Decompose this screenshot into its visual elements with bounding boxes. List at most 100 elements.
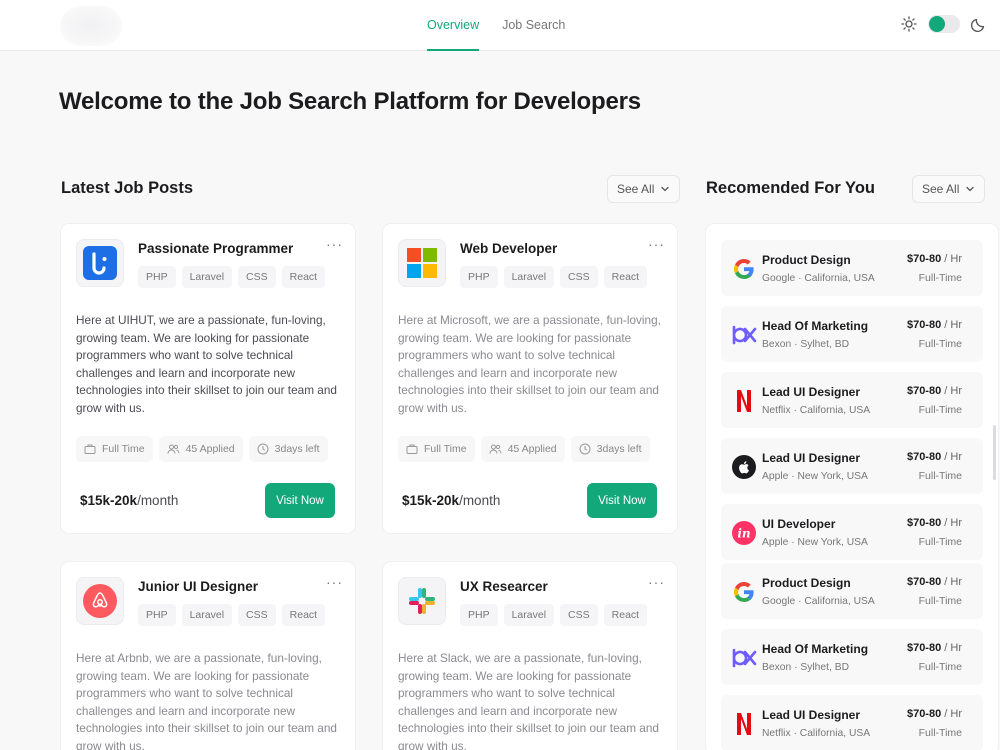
- job-type-label: Full Time: [424, 443, 467, 455]
- rec-pay: $70-80 / Hr: [907, 642, 962, 654]
- rec-company: Apple: [762, 471, 789, 482]
- recommended-item[interactable]: Product Design Google · California, USA …: [721, 240, 983, 296]
- rec-pay-unit: / Hr: [941, 517, 962, 529]
- moon-icon[interactable]: [970, 15, 988, 33]
- rec-company-location: Netflix · California, USA: [762, 728, 871, 739]
- recommended-item[interactable]: Lead UI Designer Apple · New York, USA $…: [721, 438, 983, 494]
- skill-tag: CSS: [560, 266, 598, 288]
- rec-type: Full-Time: [918, 470, 962, 482]
- skill-tag: React: [603, 604, 648, 626]
- sun-icon[interactable]: [900, 15, 918, 33]
- rec-company: Bexon: [762, 662, 792, 673]
- briefcase-icon: [406, 444, 418, 454]
- rec-location: New York, USA: [797, 537, 868, 548]
- days-left-label: 3days left: [274, 443, 320, 455]
- skill-tag: CSS: [238, 604, 276, 626]
- days-left-label: 3days left: [596, 443, 642, 455]
- microsoft-logo-icon: [407, 248, 437, 278]
- skill-tags: PHP Laravel CSS React: [138, 266, 326, 288]
- job-title: Passionate Programmer: [138, 241, 294, 256]
- job-description: Here at Slack, we are a passionate, fun-…: [398, 651, 659, 750]
- rec-company-location: Netflix · California, USA: [762, 405, 871, 416]
- users-icon: [489, 444, 502, 454]
- more-options-icon[interactable]: ···: [326, 236, 343, 252]
- recommended-item[interactable]: Lead UI Designer Netflix · California, U…: [721, 695, 983, 750]
- job-card[interactable]: Web Developer ··· PHP Laravel CSS React …: [383, 224, 677, 533]
- days-left-pill: 3days left: [248, 436, 328, 462]
- rec-location: California, USA: [799, 405, 871, 416]
- latest-posts-title: Latest Job Posts: [61, 179, 194, 197]
- chevron-down-icon: [661, 186, 670, 192]
- skill-tag: PHP: [138, 266, 176, 288]
- rec-location: Sylhet, BD: [800, 662, 850, 673]
- netflix-logo-icon: [731, 388, 757, 414]
- applied-label: 45 Applied: [507, 443, 557, 455]
- skill-tag: PHP: [460, 604, 498, 626]
- job-type-pill: Full Time: [398, 436, 475, 462]
- latest-see-all-button[interactable]: See All: [607, 175, 681, 203]
- rec-pay: $70-80 / Hr: [907, 385, 962, 397]
- days-left-pill: 3days left: [570, 436, 650, 462]
- invision-logo-icon: in: [731, 520, 757, 546]
- job-description: Here at Arbnb, we are a passionate, fun-…: [76, 651, 337, 750]
- job-card[interactable]: UX Researcer ··· PHP Laravel CSS React H…: [383, 562, 677, 750]
- rec-company: Google: [762, 273, 796, 284]
- google-logo-icon: [731, 256, 757, 282]
- salary-unit: /month: [137, 493, 179, 508]
- chevron-down-icon: [966, 186, 975, 192]
- more-options-icon[interactable]: ···: [326, 574, 343, 590]
- visit-now-button[interactable]: Visit Now: [265, 483, 335, 518]
- tab-job-search[interactable]: Job Search: [502, 0, 565, 51]
- rec-location: California, USA: [804, 273, 875, 284]
- rec-pay-unit: / Hr: [941, 451, 962, 463]
- applied-label: 45 Applied: [185, 443, 235, 455]
- recommended-see-all-button[interactable]: See All: [912, 175, 986, 203]
- tab-overview[interactable]: Overview: [427, 0, 480, 51]
- company-logo: [76, 577, 124, 625]
- rec-pay-unit: / Hr: [941, 319, 962, 331]
- rec-pay-amount: $70-80: [906, 319, 942, 331]
- company-logo: [398, 577, 446, 625]
- more-options-icon[interactable]: ···: [648, 574, 665, 590]
- netflix-logo-icon: [731, 711, 757, 737]
- job-card[interactable]: Junior UI Designer ··· PHP Laravel CSS R…: [61, 562, 355, 750]
- rec-type: Full-Time: [918, 272, 962, 284]
- skill-tag: Laravel: [503, 604, 555, 626]
- job-title: Web Developer: [460, 241, 558, 256]
- job-meta: Full Time 45 Applied 3days left: [398, 436, 650, 462]
- rec-pay-amount: $70-80: [906, 708, 942, 720]
- rec-title: Lead UI Designer: [762, 708, 861, 722]
- skill-tags: PHP Laravel CSS React: [460, 266, 648, 288]
- brand-logo[interactable]: [60, 6, 122, 46]
- rec-company-location: Apple · New York, USA: [762, 537, 868, 548]
- rec-pay-unit: / Hr: [941, 642, 962, 654]
- google-logo-icon: [731, 579, 757, 605]
- rec-pay-amount: $70-80: [906, 576, 942, 588]
- bexon-logo-icon: [731, 645, 757, 671]
- job-description: Here at UIHUT, we are a passionate, fun-…: [76, 313, 337, 415]
- salary-amount: $15k-20k: [402, 493, 460, 508]
- rec-company: Bexon: [762, 339, 792, 350]
- skill-tags: PHP Laravel CSS React: [460, 604, 648, 626]
- rec-pay-amount: $70-80: [906, 253, 942, 265]
- visit-now-button[interactable]: Visit Now: [587, 483, 657, 518]
- recommended-item[interactable]: Lead UI Designer Netflix · California, U…: [721, 372, 983, 428]
- skill-tag: React: [281, 266, 326, 288]
- rec-pay-amount: $70-80: [906, 642, 942, 654]
- rec-location: Sylhet, BD: [800, 339, 850, 350]
- rec-pay-amount: $70-80: [906, 517, 942, 529]
- skill-tag: Laravel: [181, 266, 233, 288]
- scrollbar-thumb[interactable]: [993, 425, 996, 480]
- job-card[interactable]: Passionate Programmer ··· PHP Laravel CS…: [61, 224, 355, 533]
- rec-company-location: Bexon · Sylhet, BD: [762, 662, 850, 673]
- recommended-item[interactable]: Product Design Google · California, USA …: [721, 563, 983, 619]
- job-meta: Full Time 45 Applied 3days left: [76, 436, 328, 462]
- recommended-item[interactable]: in UI Developer Apple · New York, USA $7…: [721, 504, 983, 560]
- more-options-icon[interactable]: ···: [648, 236, 665, 252]
- recommended-item[interactable]: Head Of Marketing Bexon · Sylhet, BD $70…: [721, 629, 983, 685]
- page-title: Welcome to the Job Search Platform for D…: [59, 88, 641, 115]
- recommended-item[interactable]: Head Of Marketing Bexon · Sylhet, BD $70…: [721, 306, 983, 362]
- skill-tag: Laravel: [503, 266, 555, 288]
- rec-type: Full-Time: [918, 595, 962, 607]
- theme-toggle[interactable]: [928, 15, 960, 33]
